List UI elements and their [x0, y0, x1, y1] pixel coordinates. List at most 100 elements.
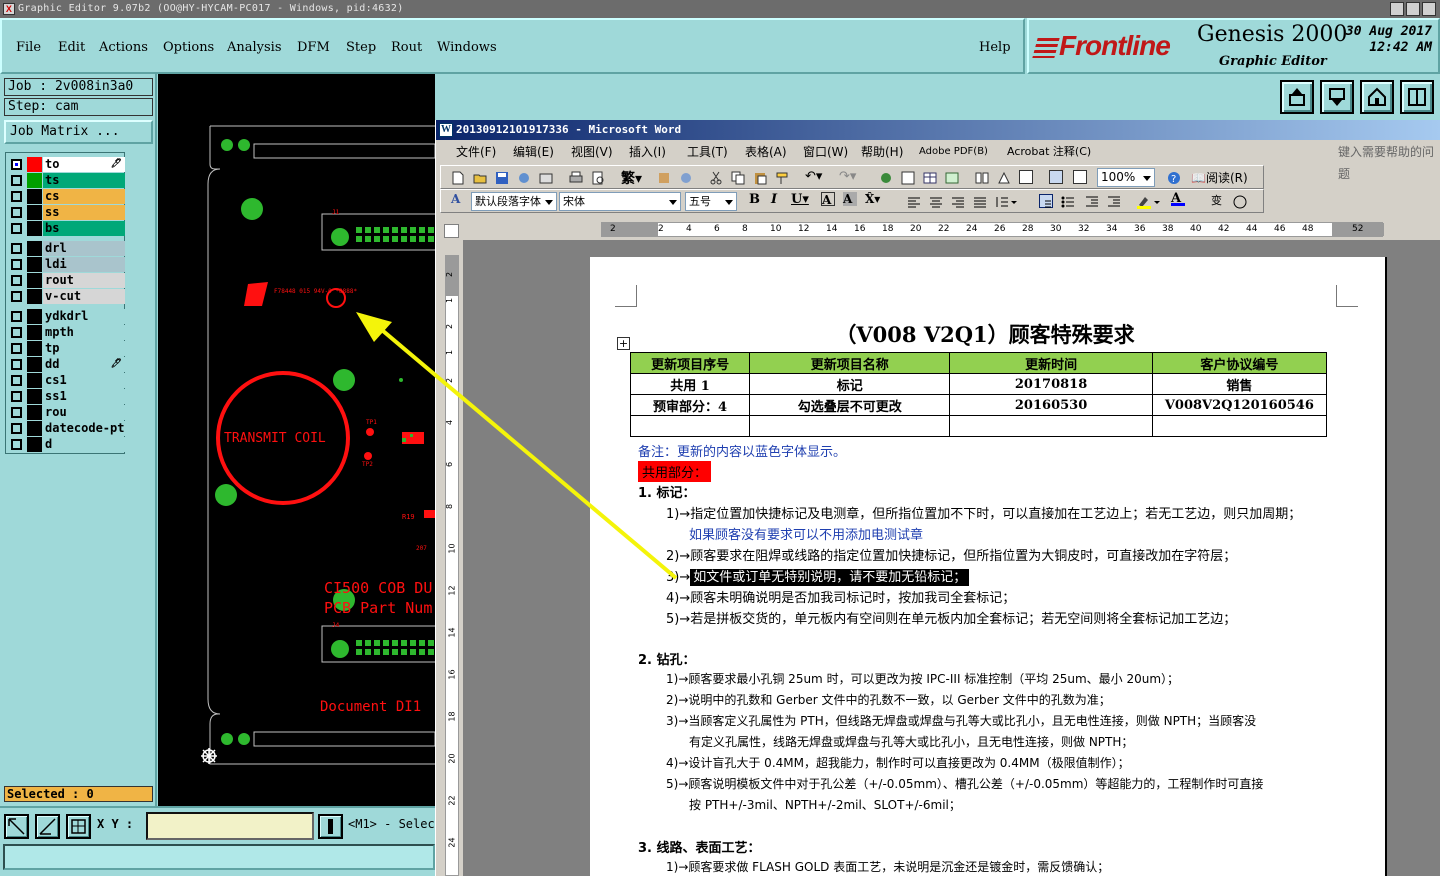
document-map-icon[interactable]	[1019, 170, 1033, 184]
zoom-select[interactable]: 100%	[1097, 168, 1155, 187]
word-menu-adobe-pdf[interactable]: Adobe PDF(B)	[919, 141, 988, 163]
layer-row-dd[interactable]: dd 🖊	[8, 357, 125, 372]
layer-checkbox[interactable]	[11, 243, 22, 254]
layer-row-tp[interactable]: tp	[8, 341, 125, 356]
graphic-canvas[interactable]: TRANSMIT COIL CI500 COB DU PCB Part Num …	[158, 74, 435, 806]
new-doc-icon[interactable]	[451, 170, 465, 185]
layer-name[interactable]: bs	[43, 221, 125, 236]
help-icon[interactable]: ?	[1167, 170, 1181, 185]
ink-icon[interactable]	[1073, 170, 1087, 184]
menu-edit[interactable]: Edit	[58, 40, 85, 55]
hyperlink-icon[interactable]	[879, 170, 893, 184]
char-scaling-icon[interactable]: X̂▾	[865, 192, 891, 206]
layer-checkbox[interactable]	[11, 175, 22, 186]
size-select[interactable]: 五号	[685, 192, 737, 211]
word-menu-view[interactable]: 视图(V)	[571, 141, 613, 163]
word-menu-edit[interactable]: 编辑(E)	[513, 141, 554, 163]
research-icon[interactable]	[657, 170, 671, 184]
home-button[interactable]	[1360, 80, 1394, 114]
font-select[interactable]: 宋体	[559, 192, 681, 211]
grid-button[interactable]	[66, 814, 91, 839]
copy-icon[interactable]	[731, 170, 745, 185]
highlight-icon[interactable]	[1137, 194, 1161, 209]
download-button[interactable]	[1320, 80, 1354, 114]
document-area[interactable]: （V008 V2Q1）顾客特殊要求 + 更新项目序号 更新项目名称 更新时间 客…	[463, 240, 1440, 876]
layer-checkbox[interactable]	[11, 191, 22, 202]
spelling-icon[interactable]: 繁▾	[621, 168, 651, 187]
layer-name[interactable]: tp	[43, 341, 125, 356]
insert-table-icon[interactable]	[923, 170, 937, 184]
permission-icon[interactable]	[517, 170, 531, 184]
layer-name[interactable]: v-cut	[43, 289, 125, 304]
close-button[interactable]	[1422, 2, 1436, 16]
layer-row-ldi[interactable]: ldi	[8, 257, 125, 272]
word-menu-insert[interactable]: 插入(I)	[629, 141, 666, 163]
layer-checkbox[interactable]	[11, 391, 22, 402]
style-select[interactable]: 默认段落字体	[471, 192, 557, 211]
bullets-icon[interactable]	[1061, 194, 1075, 208]
layer-checkbox[interactable]	[11, 223, 22, 234]
word-menu-tools[interactable]: 工具(T)	[687, 141, 728, 163]
word-menu-table[interactable]: 表格(A)	[745, 141, 787, 163]
layer-name[interactable]: rout	[43, 273, 125, 288]
layer-row-bs[interactable]: bs	[8, 221, 125, 236]
layer-row-rou[interactable]: rou	[8, 405, 125, 420]
layer-row-ss1[interactable]: ss1	[8, 389, 125, 404]
layer-name[interactable]: dd 🖊	[43, 357, 125, 372]
char-border-icon[interactable]: A	[821, 192, 835, 207]
layer-checkbox[interactable]	[11, 375, 22, 386]
menu-rout[interactable]: Rout	[391, 40, 422, 55]
align-right-icon[interactable]	[951, 194, 965, 208]
decrease-indent-icon[interactable]	[1085, 194, 1099, 208]
table-move-handle[interactable]: +	[617, 337, 630, 350]
paste-icon[interactable]	[753, 170, 767, 185]
phonetic-guide-icon[interactable]: 变	[1211, 192, 1227, 207]
italic-icon[interactable]: I	[771, 192, 785, 207]
layer-name[interactable]: drl	[43, 241, 125, 256]
layer-checkbox[interactable]	[11, 423, 22, 434]
layer-row-rout[interactable]: rout	[8, 273, 125, 288]
font-color-icon[interactable]: A	[1171, 191, 1195, 206]
menu-analysis[interactable]: Analysis	[227, 40, 282, 55]
layer-name[interactable]: ss	[43, 205, 125, 220]
layer-row-to[interactable]: to 🖊	[8, 157, 125, 172]
layer-row-ss[interactable]: ss	[8, 205, 125, 220]
layer-row-cs[interactable]: cs	[8, 189, 125, 204]
zoom-fit-button[interactable]	[4, 814, 29, 839]
increase-indent-icon[interactable]	[1107, 194, 1121, 208]
tab-selector[interactable]	[444, 224, 459, 238]
layer-checkbox[interactable]	[11, 359, 22, 370]
underline-icon[interactable]: U▾	[791, 192, 813, 207]
bold-icon[interactable]: B	[749, 192, 763, 207]
layer-name[interactable]: d	[43, 437, 125, 452]
insert-excel-icon[interactable]	[945, 170, 959, 184]
layer-name[interactable]: ldi	[43, 257, 125, 272]
menu-file[interactable]: File	[16, 40, 41, 55]
word-menu-file[interactable]: 文件(F)	[456, 141, 496, 163]
align-left-icon[interactable]	[907, 194, 921, 208]
word-menu-acrobat[interactable]: Acrobat 注释(C)	[1007, 141, 1091, 163]
minimize-button[interactable]	[1390, 2, 1404, 16]
layer-name[interactable]: ydkdrl	[43, 309, 125, 324]
menu-step[interactable]: Step	[346, 40, 376, 55]
layer-row-drl[interactable]: drl	[8, 241, 125, 256]
columns-icon[interactable]	[975, 170, 989, 184]
layer-name[interactable]: ts	[43, 173, 125, 188]
layer-name[interactable]: datecode-pt	[43, 421, 125, 436]
justify-icon[interactable]	[973, 194, 987, 208]
word-menu-help[interactable]: 帮助(H)	[861, 141, 903, 163]
word-help-box[interactable]: 键入需要帮助的问题	[1338, 141, 1440, 185]
char-shading-icon[interactable]: A	[843, 192, 857, 206]
print-preview-icon[interactable]	[591, 170, 605, 185]
show-hide-icon[interactable]	[1049, 170, 1063, 184]
layer-checkbox[interactable]	[11, 439, 22, 450]
translate-icon[interactable]	[679, 170, 693, 184]
undo-icon[interactable]: ↶▾	[805, 169, 829, 184]
horizontal-ruler[interactable]: 2 2 4 6 8 10 12 14 16 18 20 22 24 26 28 30 32 34 36 38 40 42 4…	[601, 222, 1384, 237]
menu-dfm[interactable]: DFM	[297, 40, 330, 55]
layer-checkbox[interactable]	[11, 407, 22, 418]
layer-checkbox[interactable]	[11, 311, 22, 322]
layer-row-datecode-pt[interactable]: datecode-pt	[8, 421, 125, 436]
measure-button[interactable]	[35, 814, 60, 839]
layer-row-ts[interactable]: ts	[8, 173, 125, 188]
